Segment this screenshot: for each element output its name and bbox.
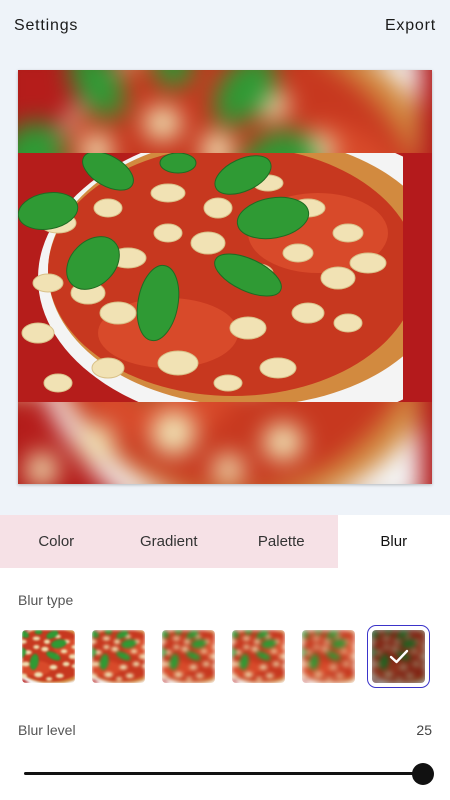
blur-level-slider[interactable] (24, 762, 434, 786)
blur-type-options (22, 625, 430, 688)
blur-type-option-4[interactable] (232, 630, 285, 683)
tab-bar: Color Gradient Palette Blur (0, 515, 450, 568)
check-icon (372, 630, 425, 683)
tab-palette[interactable]: Palette (225, 515, 338, 568)
slider-thumb[interactable] (412, 763, 434, 785)
slider-track[interactable] (24, 772, 424, 775)
tab-gradient[interactable]: Gradient (113, 515, 226, 568)
blur-type-option-1[interactable] (22, 630, 75, 683)
blur-type-option-2[interactable] (92, 630, 145, 683)
blur-type-label: Blur type (18, 592, 74, 608)
blur-panel: Blur type Blur level 25 (0, 568, 450, 800)
blur-type-option-6[interactable] (367, 625, 430, 688)
image-preview (18, 70, 432, 484)
blur-type-option-5[interactable] (302, 630, 355, 683)
export-button[interactable]: Export (385, 17, 436, 35)
tab-color[interactable]: Color (0, 515, 113, 568)
blur-level-value: 25 (416, 722, 432, 738)
top-bar: Settings Export (0, 0, 450, 54)
pizza-photo (18, 153, 432, 402)
blur-type-option-3[interactable] (162, 630, 215, 683)
settings-button[interactable]: Settings (14, 17, 78, 35)
blur-level-label: Blur level (18, 722, 76, 738)
tab-blur[interactable]: Blur (337, 515, 450, 568)
